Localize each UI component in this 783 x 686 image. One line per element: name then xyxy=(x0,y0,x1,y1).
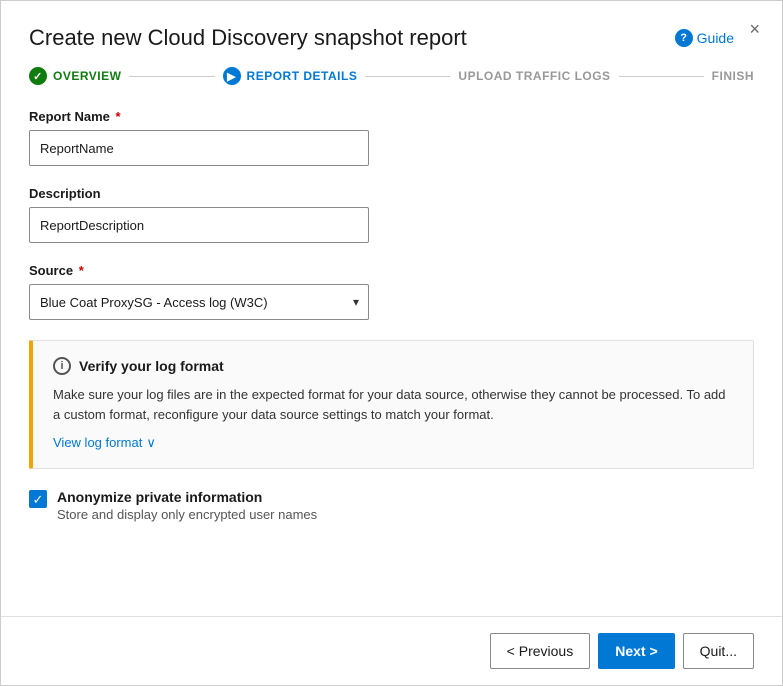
info-circle-icon: i xyxy=(53,357,71,375)
anonymize-group: ✓ Anonymize private information Store an… xyxy=(29,489,754,522)
step-finish: FINISH xyxy=(712,69,754,83)
step-line-1 xyxy=(129,76,214,77)
step-finish-label: FINISH xyxy=(712,69,754,83)
source-group: Source * Blue Coat ProxySG - Access log … xyxy=(29,263,754,320)
info-box: i Verify your log format Make sure your … xyxy=(29,340,754,469)
guide-icon: ? xyxy=(675,29,693,47)
anonymize-sublabel: Store and display only encrypted user na… xyxy=(57,507,317,522)
step-report-details-circle: ▶ xyxy=(223,67,241,85)
report-name-label: Report Name * xyxy=(29,109,754,124)
form-body: Report Name * Description Source * Blue … xyxy=(1,101,782,616)
step-overview-label: OVERVIEW xyxy=(53,69,121,83)
info-box-body: Make sure your log files are in the expe… xyxy=(53,385,733,424)
step-upload-label: UPLOAD TRAFFIC LOGS xyxy=(458,69,610,83)
report-name-group: Report Name * xyxy=(29,109,754,166)
step-report-details: ▶ REPORT DETAILS xyxy=(223,67,358,85)
step-overview-circle: ✓ xyxy=(29,67,47,85)
step-overview: ✓ OVERVIEW xyxy=(29,67,121,85)
source-select-wrapper: Blue Coat ProxySG - Access log (W3C) Cis… xyxy=(29,284,369,320)
guide-button[interactable]: ? Guide xyxy=(675,29,734,47)
source-label: Source * xyxy=(29,263,754,278)
step-line-2 xyxy=(365,76,450,77)
description-group: Description xyxy=(29,186,754,243)
anonymize-checkbox[interactable]: ✓ xyxy=(29,490,47,508)
description-label: Description xyxy=(29,186,754,201)
dialog-footer: < Previous Next > Quit... xyxy=(1,616,782,685)
view-log-chevron-icon: ∨ xyxy=(146,435,156,451)
checkmark-icon: ✓ xyxy=(33,493,44,506)
guide-label: Guide xyxy=(697,30,734,46)
dialog-header: Create new Cloud Discovery snapshot repo… xyxy=(1,1,782,67)
view-log-format-button[interactable]: View log format ∨ xyxy=(53,435,156,451)
previous-button[interactable]: < Previous xyxy=(490,633,591,669)
anonymize-label-group: Anonymize private information Store and … xyxy=(57,489,317,522)
step-upload-traffic-logs: UPLOAD TRAFFIC LOGS xyxy=(458,69,610,83)
source-select[interactable]: Blue Coat ProxySG - Access log (W3C) Cis… xyxy=(29,284,369,320)
report-name-input[interactable] xyxy=(29,130,369,166)
create-snapshot-dialog: × ? Guide Create new Cloud Discovery sna… xyxy=(0,0,783,686)
next-button[interactable]: Next > xyxy=(598,633,674,669)
step-report-details-label: REPORT DETAILS xyxy=(247,69,358,83)
info-box-title-text: Verify your log format xyxy=(79,358,224,374)
close-button[interactable]: × xyxy=(741,15,768,44)
anonymize-label: Anonymize private information xyxy=(57,489,317,505)
source-required: * xyxy=(75,263,84,278)
description-input[interactable] xyxy=(29,207,369,243)
report-name-required: * xyxy=(112,109,121,124)
info-box-title-row: i Verify your log format xyxy=(53,357,733,375)
view-log-label: View log format xyxy=(53,435,142,450)
step-line-3 xyxy=(619,76,704,77)
stepper: ✓ OVERVIEW ▶ REPORT DETAILS UPLOAD TRAFF… xyxy=(1,67,782,101)
quit-button[interactable]: Quit... xyxy=(683,633,754,669)
dialog-title: Create new Cloud Discovery snapshot repo… xyxy=(29,25,467,51)
